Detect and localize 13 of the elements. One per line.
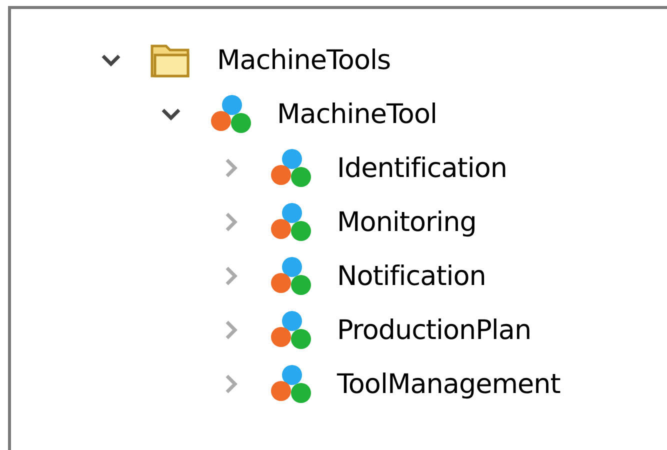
tree-item-label[interactable]: ProductionPlan [337,314,532,346]
tree-item-label[interactable]: MachineTools [217,44,391,76]
tree-item-label[interactable]: Monitoring [337,206,476,238]
spheres-icon [269,310,313,350]
spheres-icon [269,202,313,242]
tree-item-label[interactable]: Identification [337,152,508,184]
spheres-icon [269,364,313,404]
spheres-icon [209,94,253,134]
spheres-icon [269,148,313,188]
tree-item-label[interactable]: Notification [337,260,486,292]
tree-item-label[interactable]: ToolManagement [337,368,560,400]
tree-item-label[interactable]: MachineTool [277,98,437,130]
spheres-icon [269,256,313,296]
